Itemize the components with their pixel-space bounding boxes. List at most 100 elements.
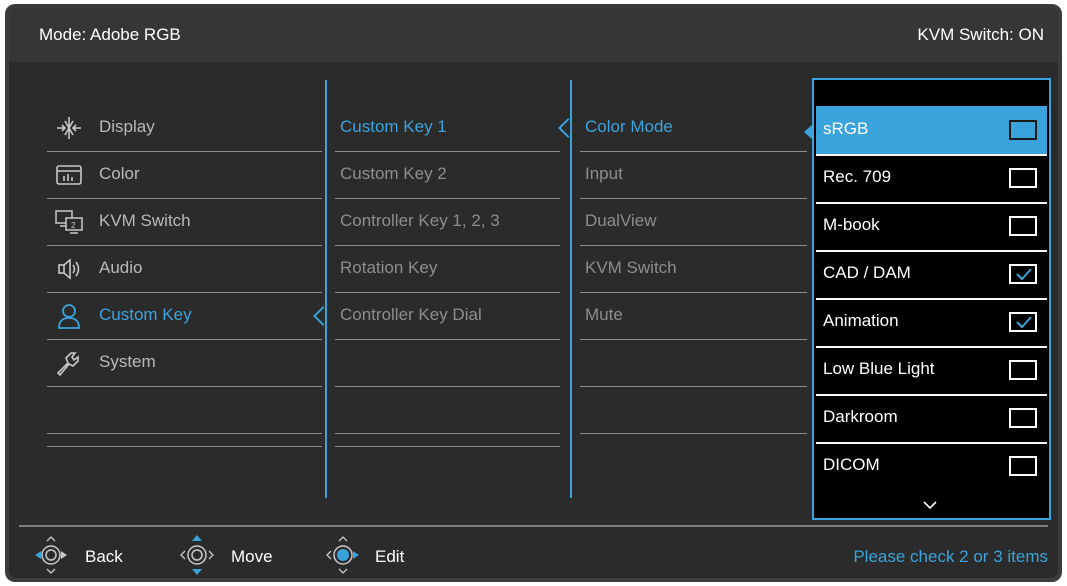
kvm-switch-icon: 2 [55, 209, 83, 235]
custom-key-icon [55, 303, 83, 329]
joystick-edit-icon [326, 536, 359, 574]
function-label: KVM Switch [585, 258, 677, 277]
joystick-back-icon [35, 536, 67, 574]
option-checkbox[interactable] [1009, 312, 1037, 332]
function-label: Input [585, 164, 623, 183]
option-label: Low Blue Light [823, 359, 935, 378]
footer-bar: Back Move Edit Please check 2 or 3 items [9, 527, 1058, 578]
option-m-book[interactable]: M-book [816, 202, 1047, 250]
menu-item-audio[interactable]: Audio [47, 246, 322, 293]
menu-label-system: System [99, 352, 156, 371]
svg-text:2: 2 [71, 221, 76, 230]
option-darkroom[interactable]: Darkroom [816, 394, 1047, 442]
option-srgb[interactable]: sRGB [816, 106, 1047, 154]
chevron-left-icon [558, 118, 578, 138]
column-separator [570, 80, 572, 498]
submenu-empty-row [335, 434, 560, 447]
function-empty-row [580, 340, 807, 387]
option-checkbox[interactable] [1009, 168, 1037, 188]
option-cad-dam[interactable]: CAD / DAM [816, 250, 1047, 298]
menu-item-display[interactable]: Display [47, 105, 322, 152]
option-animation[interactable]: Animation [816, 298, 1047, 346]
move-label: Move [231, 547, 273, 566]
submenu-label: Rotation Key [340, 258, 438, 277]
divider [816, 346, 1047, 348]
option-label: DICOM [823, 455, 880, 474]
checkmark-icon [1016, 316, 1032, 329]
submenu-item-custom-key-2[interactable]: Custom Key 2 [335, 152, 560, 199]
divider [816, 298, 1047, 300]
option-checkbox[interactable] [1009, 360, 1037, 380]
divider [816, 154, 1047, 156]
current-mode-label: Mode: Adobe RGB [39, 25, 181, 44]
menu-empty-row [47, 387, 322, 434]
menu-item-custom-key[interactable]: Custom Key [47, 293, 322, 340]
display-icon [55, 115, 83, 141]
option-label: CAD / DAM [823, 263, 911, 282]
divider [816, 394, 1047, 396]
submenu-label: Controller Key Dial [340, 305, 482, 324]
osd-window: Mode: Adobe RGB KVM Switch: ON Display C… [5, 4, 1062, 582]
function-item-kvm-switch[interactable]: KVM Switch [580, 246, 807, 293]
option-label: Animation [823, 311, 899, 330]
menu-item-kvm-switch[interactable]: 2 KVM Switch [47, 199, 322, 246]
option-low-blue-light[interactable]: Low Blue Light [816, 346, 1047, 394]
menu-item-system[interactable]: System [47, 340, 322, 387]
checkmark-icon [1016, 268, 1032, 281]
function-item-color-mode[interactable]: Color Mode [580, 105, 807, 152]
option-label: M-book [823, 215, 880, 234]
function-label: Mute [585, 305, 623, 324]
divider [816, 202, 1047, 204]
submenu-label: Custom Key 2 [340, 164, 447, 183]
function-item-dualview[interactable]: DualView [580, 199, 807, 246]
system-icon [55, 350, 83, 377]
submenu-item-controller-key-dial[interactable]: Controller Key Dial [335, 293, 560, 340]
option-label: sRGB [823, 119, 869, 138]
chevron-down-icon[interactable] [814, 498, 1049, 512]
menu-label-kvm-switch: KVM Switch [99, 211, 191, 230]
function-empty-row [580, 387, 807, 434]
back-control[interactable]: Back [29, 527, 149, 578]
option-checkbox[interactable] [1009, 120, 1037, 140]
edit-control[interactable]: Edit [321, 527, 441, 578]
option-checkbox[interactable] [1009, 408, 1037, 428]
option-label: Darkroom [823, 407, 898, 426]
option-checkbox[interactable] [1009, 456, 1037, 476]
osd-body: Mode: Adobe RGB KVM Switch: ON Display C… [9, 8, 1058, 578]
submenu-empty-row [335, 340, 560, 387]
edit-label: Edit [375, 547, 405, 566]
submenu-label: Custom Key 1 [340, 117, 447, 136]
submenu-item-controller-key[interactable]: Controller Key 1, 2, 3 [335, 199, 560, 246]
divider [816, 250, 1047, 252]
selection-hint: Please check 2 or 3 items [853, 547, 1048, 566]
option-checkbox[interactable] [1009, 264, 1037, 284]
submenu-item-custom-key-1[interactable]: Custom Key 1 [335, 105, 560, 152]
color-mode-options-panel: sRGB Rec. 709 M-book CAD / DAM Animation [812, 78, 1051, 520]
color-icon [55, 162, 83, 188]
header-bar: Mode: Adobe RGB KVM Switch: ON [9, 8, 1058, 62]
submenu-item-rotation-key[interactable]: Rotation Key [335, 246, 560, 293]
menu-label-custom-key: Custom Key [99, 305, 192, 324]
menu-empty-row [47, 434, 322, 447]
menu-label-audio: Audio [99, 258, 143, 277]
function-label: DualView [585, 211, 657, 230]
move-control[interactable]: Move [175, 527, 305, 578]
menu-item-color[interactable]: Color [47, 152, 322, 199]
submenu-label: Controller Key 1, 2, 3 [340, 211, 500, 230]
divider [816, 442, 1047, 444]
function-item-input[interactable]: Input [580, 152, 807, 199]
menu-label-display: Display [99, 117, 155, 136]
kvm-status-label: KVM Switch: ON [917, 25, 1044, 44]
menu-label-color: Color [99, 164, 140, 183]
joystick-move-icon [180, 535, 214, 575]
submenu-empty-row [335, 387, 560, 434]
option-label: Rec. 709 [823, 167, 892, 186]
column-separator [325, 80, 327, 498]
option-rec-709[interactable]: Rec. 709 [816, 154, 1047, 202]
option-checkbox[interactable] [1009, 216, 1037, 236]
function-label: Color Mode [585, 117, 673, 136]
back-label: Back [85, 547, 123, 566]
function-item-mute[interactable]: Mute [580, 293, 807, 340]
audio-icon [55, 256, 83, 282]
option-dicom[interactable]: DICOM [816, 442, 1047, 490]
